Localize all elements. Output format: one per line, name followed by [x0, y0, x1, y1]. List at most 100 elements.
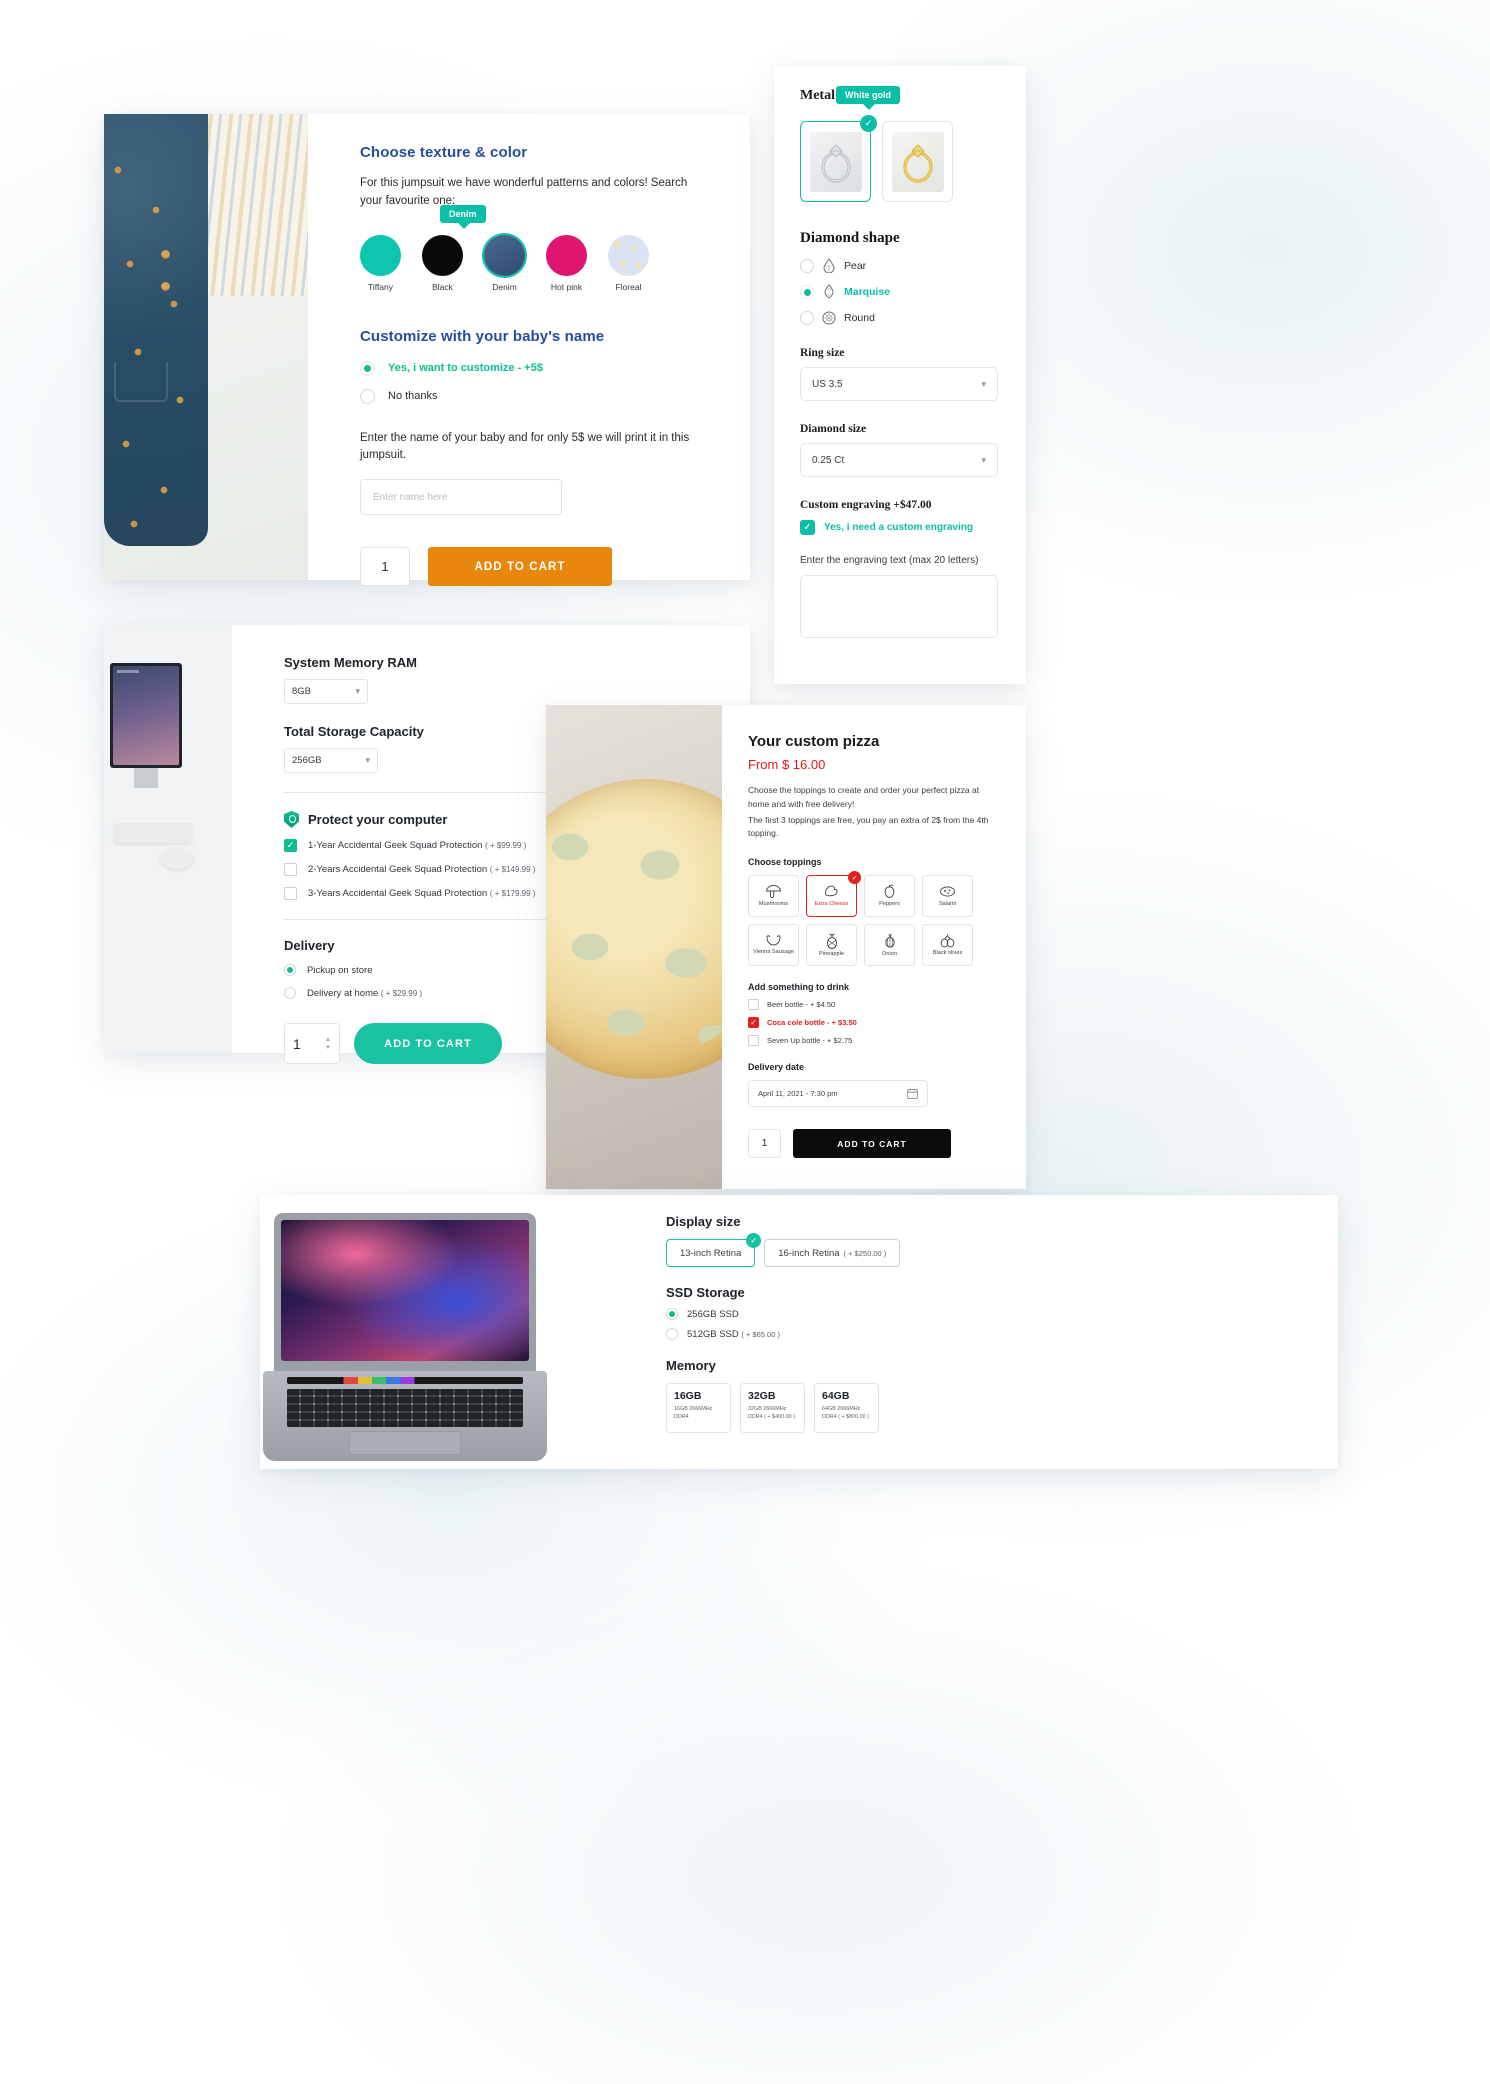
ssd-text-512: 512GB SSD — [687, 1328, 739, 1340]
macbook-keyboard — [287, 1389, 523, 1427]
display-option-16-inch-label: 16-inch Retina — [778, 1247, 840, 1259]
jumpsuit-product-image — [104, 114, 308, 580]
drink-beer-label: Beer bottle - + $4.50 — [767, 1000, 836, 1010]
jumpsuit-add-to-cart-button[interactable]: ADD TO CART — [428, 547, 612, 587]
macbook-options-panel: Display size ✓ 13-inch Retina 16-inch Re… — [620, 1195, 1338, 1469]
ssd-option-256[interactable]: 256GB SSD — [666, 1308, 1298, 1320]
jumpsuit-radio-no-control[interactable] — [360, 388, 375, 404]
diamond-shape-marquise[interactable]: Marquise — [800, 284, 1004, 299]
pizza-price: From $ 16.00 — [748, 757, 826, 772]
ssd-option-512[interactable]: 512GB SSD ( + $65.00 ) — [666, 1328, 1298, 1340]
jumpsuit-radio-yes-control[interactable] — [360, 360, 375, 376]
delivery-radio-pickup[interactable] — [284, 964, 296, 976]
drink-seven-up-checkbox[interactable] — [748, 1035, 759, 1047]
pizza-graphic — [546, 779, 722, 1079]
stepper-arrows[interactable]: ▲ ▼ — [325, 1037, 331, 1051]
custom-engraving-checkbox-row[interactable]: ✓ Yes, i need a custom engraving — [800, 520, 1004, 535]
ring-metal-white-gold[interactable]: ✓ — [800, 115, 877, 202]
ssd-radio-256[interactable] — [666, 1308, 678, 1320]
ssd-radio-512[interactable] — [666, 1328, 678, 1340]
diamond-shape-round-radio[interactable] — [800, 310, 814, 325]
delivery-label-home: Delivery at home ( + $29.99 ) — [307, 988, 422, 999]
jumpsuit-radio-yes[interactable]: Yes, i want to customize - +5$ — [360, 360, 710, 376]
protection-checkbox-1[interactable]: ✓ — [284, 839, 297, 852]
imac-stand — [134, 768, 158, 788]
swatch-hot-pink-dot[interactable] — [546, 234, 587, 276]
topping-black-olives[interactable]: Black olives — [922, 924, 973, 967]
diamond-shape-pear-label: Pear — [844, 259, 867, 272]
macbook-touchbar — [287, 1377, 523, 1384]
ring-size-select[interactable]: US 3.5 ▾ — [800, 367, 998, 401]
topping-peppers[interactable]: Peppers — [864, 875, 915, 918]
diamond-shape-marquise-radio[interactable] — [800, 284, 814, 299]
engraving-textarea[interactable] — [800, 575, 998, 638]
delivery-radio-home[interactable] — [284, 987, 296, 999]
diamond-size-value: 0.25 Ct — [812, 454, 845, 466]
delivery-date-input[interactable]: April 11, 2021 - 7:30 pm — [748, 1080, 928, 1108]
jumpsuit-name-hint: Enter the name of your baby and for only… — [360, 431, 690, 462]
memory-option-16gb[interactable]: 16GB 16GB 2666MHz DDR4 — [666, 1383, 731, 1433]
swatch-denim[interactable]: Denim — [484, 234, 525, 292]
diamond-shape-pear[interactable]: Pear — [800, 258, 1004, 273]
drink-beer-checkbox[interactable] — [748, 999, 759, 1011]
mushroom-icon — [765, 885, 782, 899]
topping-mushrooms[interactable]: Mushrooms — [748, 875, 799, 918]
denim-jumpsuit-graphic — [104, 114, 208, 546]
memory-option-32gb[interactable]: 32GB 32GB 2666MHz DDR4 ( + $400.00 ) — [740, 1383, 805, 1433]
calendar-icon[interactable] — [907, 1088, 918, 1099]
swatch-black-dot[interactable] — [422, 234, 463, 276]
protection-label-2: 2-Years Accidental Geek Squad Protection… — [308, 864, 535, 875]
computer-add-to-cart-button[interactable]: ADD TO CART — [354, 1023, 502, 1064]
drink-seven-up-label: Seven Up bottle - + $2.75 — [767, 1036, 853, 1046]
diamond-size-label: Diamond size — [800, 423, 867, 435]
ring-size-value: US 3.5 — [812, 378, 843, 390]
diamond-shape-pear-radio[interactable] — [800, 258, 814, 273]
denim-tooltip: Denim — [440, 204, 486, 229]
swatch-tiffany-label: Tiffany — [367, 281, 394, 292]
swatch-denim-dot[interactable] — [484, 234, 525, 276]
arrow-down-icon[interactable]: ▼ — [325, 1045, 331, 1051]
display-size-options: ✓ 13-inch Retina 16-inch Retina ( + $250… — [666, 1233, 1298, 1267]
topping-onion[interactable]: Onion — [864, 924, 915, 967]
ssd-label-512: 512GB SSD ( + $65.00 ) — [687, 1329, 780, 1340]
topping-vienna-sausage[interactable]: Vienna Sausage — [748, 924, 799, 967]
macbook-screen — [281, 1220, 529, 1361]
jumpsuit-name-input[interactable]: Enter name here — [360, 479, 562, 516]
custom-engraving-checkbox[interactable]: ✓ — [800, 520, 815, 535]
jumpsuit-quantity-input[interactable]: 1 — [360, 547, 410, 587]
protection-checkbox-2[interactable] — [284, 863, 297, 876]
topping-salami[interactable]: Salami — [922, 875, 973, 918]
ram-select[interactable]: 8GB ▾ — [284, 679, 368, 704]
swatch-floreal[interactable]: Floreal — [608, 234, 649, 292]
display-option-16-inch[interactable]: 16-inch Retina ( + $250.00 ) — [764, 1239, 901, 1267]
diamond-shape-round[interactable]: Round — [800, 310, 1004, 325]
topping-vienna-sausage-label: Vienna Sausage — [753, 949, 794, 956]
pizza-quantity-input[interactable]: 1 — [748, 1129, 781, 1159]
macbook-product-image — [260, 1195, 620, 1469]
ring-metal-yellow-gold[interactable] — [882, 121, 953, 202]
drink-seven-up[interactable]: Seven Up bottle - + $2.75 — [748, 1035, 1000, 1047]
pizza-description-1: Choose the toppings to create and order … — [748, 785, 980, 809]
storage-select[interactable]: 256GB ▾ — [284, 748, 378, 773]
memory-option-16gb-sub: 16GB 2666MHz DDR4 — [674, 1406, 713, 1420]
swatch-tiffany-dot[interactable] — [360, 234, 401, 276]
ring-gold-icon — [902, 143, 933, 183]
swatch-black[interactable]: Black — [422, 234, 463, 292]
topping-pineapple[interactable]: Pineapple — [806, 924, 857, 967]
computer-quantity-stepper[interactable]: 1 ▲ ▼ — [284, 1023, 340, 1064]
diamond-size-select[interactable]: 0.25 Ct ▾ — [800, 443, 998, 477]
chevron-down-icon: ▾ — [365, 755, 370, 765]
pizza-add-to-cart-button[interactable]: ADD TO CART — [793, 1129, 951, 1159]
swatch-hot-pink[interactable]: Hot pink — [546, 234, 587, 292]
drink-beer[interactable]: Beer bottle - + $4.50 — [748, 999, 1000, 1011]
jumpsuit-radio-no[interactable]: No thanks — [360, 388, 710, 404]
display-option-13-inch[interactable]: ✓ 13-inch Retina — [666, 1233, 762, 1267]
drink-coca-cola-checkbox[interactable]: ✓ — [748, 1017, 759, 1029]
drink-coca-cola[interactable]: ✓ Coca cole bottle - + $3.50 — [748, 1017, 1000, 1029]
swatch-tiffany[interactable]: Tiffany — [360, 234, 401, 292]
topping-extra-cheese[interactable]: ✓ Extra Cheese — [806, 871, 861, 918]
swatch-floreal-dot[interactable] — [608, 234, 649, 276]
memory-option-64gb[interactable]: 64GB 64GB 2666MHz DDR4 ( + $800.00 ) — [814, 1383, 879, 1433]
arrow-up-icon[interactable]: ▲ — [325, 1037, 331, 1043]
protection-checkbox-3[interactable] — [284, 887, 297, 900]
